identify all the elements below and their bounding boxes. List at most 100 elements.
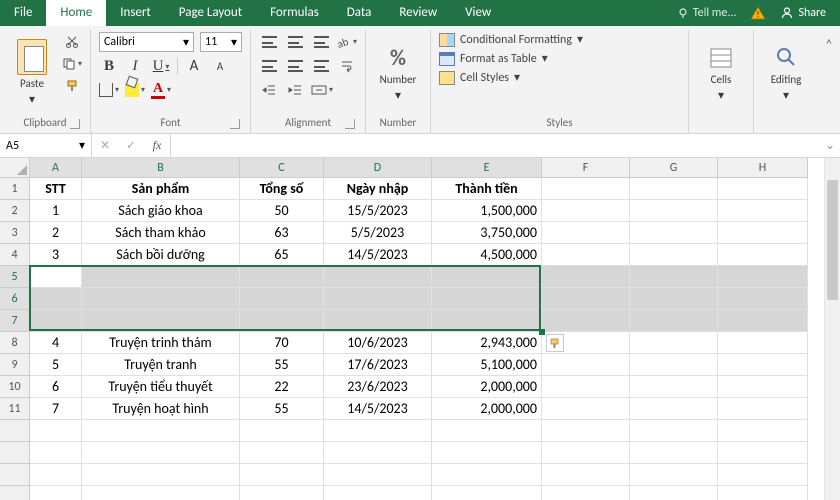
cell[interactable]: Sách tham khảo [82,222,240,244]
cell[interactable] [240,420,324,442]
cell[interactable]: 17/6/2023 [324,354,432,376]
cell[interactable]: Ngày nhập [324,178,432,200]
dialog-launcher-icon[interactable] [345,119,355,129]
paste-button[interactable]: Paste ▾ [8,32,56,110]
vertical-scrollbar[interactable] [824,158,840,500]
cell[interactable] [240,442,324,464]
row-header-6[interactable]: 6 [0,288,30,310]
cell[interactable] [718,244,808,266]
cell[interactable] [432,310,542,332]
fill-color-button[interactable]: ▾ [125,80,145,100]
cell[interactable] [432,288,542,310]
bold-button[interactable]: B [99,56,119,76]
align-bottom-button[interactable] [311,32,331,52]
wrap-text-button[interactable] [337,56,357,76]
tab-view[interactable]: View [451,0,505,26]
cell[interactable]: Sách bồi dưỡng [82,244,240,266]
cell[interactable]: 7 [30,398,82,420]
cell[interactable] [432,464,542,486]
column-header-E[interactable]: E [432,158,542,178]
cell[interactable] [630,222,718,244]
cell[interactable] [432,266,542,288]
cell[interactable] [30,310,82,332]
cell[interactable] [630,266,718,288]
cell[interactable]: 55 [240,398,324,420]
cell[interactable]: 1,500,000 [432,200,542,222]
cell[interactable] [542,266,630,288]
row-header-11[interactable]: 11 [0,398,30,420]
cell[interactable] [30,420,82,442]
cell[interactable]: 14/5/2023 [324,244,432,266]
align-left-button[interactable] [259,56,279,76]
merge-center-button[interactable]: ▾ [311,80,333,100]
cell[interactable]: 14/5/2023 [324,398,432,420]
cell[interactable] [432,486,542,500]
cell[interactable] [324,464,432,486]
align-right-button[interactable] [311,56,331,76]
cell[interactable] [630,376,718,398]
column-header-C[interactable]: C [240,158,324,178]
spreadsheet-grid[interactable]: ABCDEFGH 1234567891011 STTSản phẩmTổng s… [0,158,840,500]
cell[interactable] [542,178,630,200]
shrink-font-button[interactable]: A [210,56,230,76]
row-header-3[interactable]: 3 [0,222,30,244]
cell[interactable] [240,486,324,500]
decrease-indent-button[interactable] [259,80,279,100]
cell[interactable] [542,442,630,464]
cell[interactable] [432,442,542,464]
cell[interactable] [324,486,432,500]
cell[interactable] [30,486,82,500]
row-header-2[interactable]: 2 [0,200,30,222]
cell[interactable] [718,222,808,244]
row-header-7[interactable]: 7 [0,310,30,332]
cell[interactable]: 63 [240,222,324,244]
cell[interactable]: 15/5/2023 [324,200,432,222]
name-box[interactable]: A5 ▾ [0,134,92,157]
cell[interactable]: 55 [240,354,324,376]
confirm-formula-button[interactable]: ✓ [118,138,144,153]
cell[interactable] [324,310,432,332]
underline-button[interactable]: U▾ [151,56,171,76]
cell[interactable] [324,288,432,310]
cell[interactable]: 65 [240,244,324,266]
cell[interactable] [324,442,432,464]
tab-insert[interactable]: Insert [106,0,165,26]
cell[interactable]: 4,500,000 [432,244,542,266]
align-top-button[interactable] [259,32,279,52]
editing-button[interactable]: Editing ▾ [762,32,810,110]
cell[interactable] [718,486,808,500]
cell[interactable] [630,464,718,486]
cell[interactable]: Sản phẩm [82,178,240,200]
column-header-D[interactable]: D [324,158,432,178]
cell[interactable] [240,310,324,332]
cell[interactable]: 23/6/2023 [324,376,432,398]
select-all-corner[interactable] [0,158,30,178]
cell[interactable]: Truyện tiểu thuyết [82,376,240,398]
cell[interactable] [432,420,542,442]
cell[interactable] [630,288,718,310]
share-button[interactable]: Share [780,6,826,20]
cell[interactable] [718,464,808,486]
tell-me-search[interactable]: Tell me... [677,6,737,20]
cell[interactable] [630,200,718,222]
collapse-ribbon-button[interactable]: ˄ [818,30,840,133]
cells-button[interactable]: Cells ▾ [697,32,745,110]
cell[interactable] [30,464,82,486]
cell[interactable] [718,200,808,222]
cell[interactable] [30,288,82,310]
cell[interactable] [630,310,718,332]
cell[interactable] [630,178,718,200]
dialog-launcher-icon[interactable] [70,119,80,129]
tab-data[interactable]: Data [333,0,386,26]
row-header-8[interactable]: 8 [0,332,30,354]
cell[interactable] [718,178,808,200]
row-header-[interactable] [0,442,30,464]
cell[interactable] [240,464,324,486]
cell[interactable] [718,398,808,420]
cell[interactable] [718,288,808,310]
cell[interactable]: 2,000,000 [432,398,542,420]
column-header-G[interactable]: G [630,158,718,178]
cell[interactable]: 5/5/2023 [324,222,432,244]
cell[interactable] [542,354,630,376]
tab-formulas[interactable]: Formulas [256,0,333,26]
